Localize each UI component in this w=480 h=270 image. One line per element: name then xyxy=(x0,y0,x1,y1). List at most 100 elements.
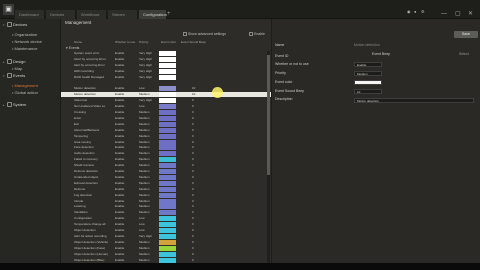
sidebar-item-devices[interactable]: ▾ Devices xyxy=(0,21,61,28)
column-header-use[interactable]: Whether to use xyxy=(115,40,135,44)
use-select[interactable]: Enable xyxy=(354,62,382,67)
table-row[interactable]: Area moving Enable Medium 0 xyxy=(61,139,271,145)
sidebar-item-organization[interactable]: • Organization xyxy=(0,31,61,38)
event-color-swatch[interactable] xyxy=(159,233,176,239)
event-color-swatch[interactable] xyxy=(159,68,176,74)
event-color-swatch[interactable] xyxy=(159,222,176,228)
event-color-swatch[interactable] xyxy=(159,192,176,198)
event-color-swatch[interactable] xyxy=(159,245,176,251)
table-row[interactable]: Shield Camera Enable Medium 0 xyxy=(61,163,271,169)
column-header-name[interactable]: Name xyxy=(74,40,82,44)
event-color-swatch[interactable] xyxy=(159,56,176,62)
maximize-button[interactable]: ▢ xyxy=(455,11,461,17)
table-row[interactable]: Intrude Enable Medium 0 xyxy=(61,198,271,204)
sidebar-item-events[interactable]: ▾ Events xyxy=(0,72,61,79)
table-row[interactable]: Face detection Enable Medium 0 xyxy=(61,145,271,151)
table-row[interactable]: Object detection Enable Low 0 xyxy=(61,228,271,233)
event-color-swatch[interactable] xyxy=(159,80,176,86)
table-row[interactable]: Object detection (Face) Enable Medium 0 xyxy=(61,245,271,251)
table-row[interactable]: Temperature change alt Enable Low 0 xyxy=(61,222,271,228)
event-color-swatch[interactable] xyxy=(159,127,176,133)
column-header-beep[interactable]: Event Sound Beep xyxy=(181,40,206,44)
column-header-priority[interactable]: Priority xyxy=(139,40,148,44)
tab-devices[interactable]: Devices xyxy=(46,10,76,19)
tab-configuration[interactable]: Configuration xyxy=(139,10,167,19)
event-color-swatch[interactable] xyxy=(159,198,176,204)
table-row[interactable]: Exhaust detection Enable Medium 0 xyxy=(61,180,271,186)
table-row[interactable]: Motion detection Enable Low 10 xyxy=(61,86,271,92)
event-color-swatch[interactable] xyxy=(159,210,176,216)
event-color-swatch[interactable] xyxy=(159,115,176,121)
table-row[interactable]: Net Unaltered Video Lo Enable Low 0 xyxy=(61,104,271,110)
table-row[interactable]: Loitering Enable Medium 0 xyxy=(61,204,271,210)
table-row[interactable]: Alert for active recording Enable Very Hig… xyxy=(61,233,271,239)
add-tab-button[interactable]: + xyxy=(167,10,175,19)
sidebar-item-maintenance[interactable]: • Maintenance xyxy=(0,45,61,52)
sidebar-item-system[interactable]: ▸ System xyxy=(0,101,61,108)
event-color-swatch[interactable] xyxy=(159,216,176,222)
event-color-swatch[interactable] xyxy=(159,121,176,127)
show-advanced-toggle[interactable]: Show advanced settings xyxy=(183,32,226,37)
event-color-picker[interactable]: #ffffff xyxy=(354,80,382,85)
table-row[interactable]: Crossing Enable Medium 0 xyxy=(61,110,271,115)
event-color-swatch[interactable] xyxy=(159,163,176,169)
table-row[interactable]: Defocus Enable Medium 0 xyxy=(61,186,271,192)
table-row[interactable]: Fog detection Enable Medium 0 xyxy=(61,192,271,198)
table-row[interactable]: Video lost Enable Very High 0 xyxy=(61,98,271,104)
tab-stream[interactable]: Stream xyxy=(108,10,138,19)
event-color-swatch[interactable] xyxy=(159,174,176,180)
table-row[interactable]: Failed to recovery Enable Medium 0 xyxy=(61,157,271,163)
event-color-swatch[interactable] xyxy=(159,104,176,110)
table-row[interactable]: Configuration Enable Low 0 xyxy=(61,216,271,222)
sidebar-item-design[interactable]: ▸ Design xyxy=(0,58,61,65)
table-row[interactable]: Object detection (Bike) Enable Medium 0 xyxy=(61,257,271,263)
sidebar-item-network-device[interactable]: • Network device xyxy=(0,38,61,45)
select-button[interactable]: Select xyxy=(459,52,469,57)
event-color-swatch[interactable] xyxy=(159,157,176,163)
event-color-swatch[interactable] xyxy=(159,86,176,92)
table-row[interactable]: HDD recording Enable Very High xyxy=(61,68,271,74)
event-color-swatch[interactable] xyxy=(159,204,176,210)
save-button[interactable]: Save xyxy=(454,31,478,38)
table-row[interactable]: Abort by occurring Error Enable Very High xyxy=(61,56,271,62)
table-row[interactable]: Enter Enable Medium 0 xyxy=(61,115,271,121)
enable-toggle[interactable]: Enable xyxy=(249,32,265,37)
event-color-swatch[interactable] xyxy=(159,169,176,174)
user-icon[interactable]: ● xyxy=(414,8,416,16)
event-color-swatch[interactable] xyxy=(159,239,176,245)
event-color-swatch[interactable] xyxy=(159,186,176,192)
sidebar-item-management[interactable]: • Management xyxy=(0,82,61,89)
table-row[interactable]: Exit Enable Medium 0 xyxy=(61,121,271,127)
table-row[interactable]: Tampering Enable Medium 0 xyxy=(61,133,271,139)
event-color-swatch[interactable] xyxy=(159,98,176,104)
table-row[interactable]: System event error Enable Very High xyxy=(61,51,271,56)
table-row[interactable]: Object detection (Vehicle) Enable Medium 0 xyxy=(61,239,271,245)
table-row[interactable]: RAID health Damaged Enable Very High xyxy=(61,74,271,80)
sidebar-item-map[interactable]: • Map xyxy=(0,65,61,72)
sidebar-item-global-action[interactable]: • Global action xyxy=(0,89,61,96)
event-color-swatch[interactable] xyxy=(159,151,176,157)
event-color-swatch[interactable] xyxy=(159,74,176,80)
table-row[interactable]: Unattended object Enable Medium 0 xyxy=(61,174,271,180)
minimize-button[interactable]: — xyxy=(441,11,447,17)
notification-icon[interactable]: ◉ xyxy=(407,8,411,16)
event-color-swatch[interactable] xyxy=(159,110,176,115)
event-color-swatch[interactable] xyxy=(159,62,176,68)
event-color-swatch[interactable] xyxy=(159,133,176,139)
description-input[interactable]: Motion detection xyxy=(354,98,474,103)
event-color-swatch[interactable] xyxy=(159,257,176,263)
event-color-swatch[interactable] xyxy=(159,92,176,98)
priority-select[interactable]: Medium xyxy=(354,71,382,76)
event-color-swatch[interactable] xyxy=(159,228,176,233)
event-color-swatch[interactable] xyxy=(159,145,176,151)
table-row[interactable]: Object detection (Human) Enable Medium 0 xyxy=(61,251,271,257)
scrollbar-thumb[interactable] xyxy=(267,55,270,175)
event-color-swatch[interactable] xyxy=(159,51,176,56)
table-row[interactable]: Alert by occurring Error Enable Very High xyxy=(61,62,271,68)
event-color-swatch[interactable] xyxy=(159,251,176,257)
event-sound-input[interactable]: 10 xyxy=(354,89,382,94)
settings-icon[interactable]: ⚙ xyxy=(421,8,425,16)
table-row[interactable]: Vandalism Enable Medium 0 xyxy=(61,210,271,216)
table-row[interactable]: Motion detection Enable Medium 10 xyxy=(61,92,271,98)
event-color-swatch[interactable] xyxy=(159,180,176,186)
